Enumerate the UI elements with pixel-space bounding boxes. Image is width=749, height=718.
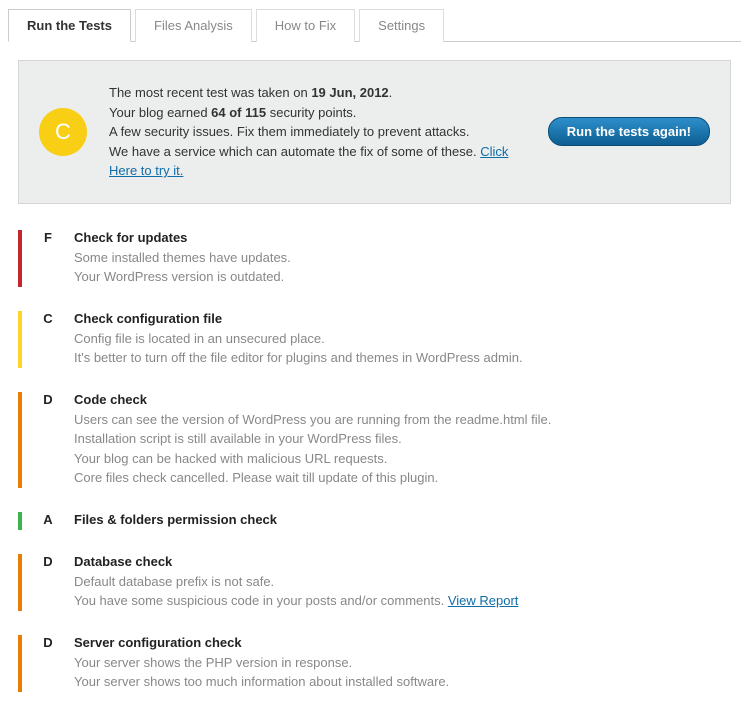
tabs-bar: Run the Tests Files Analysis How to Fix … [8,8,741,42]
result-detail-line: Default database prefix is not safe. [74,572,731,592]
result-detail-line: Your WordPress version is outdated. [74,267,731,287]
result-title: Database check [74,554,731,569]
result-row: D Server configuration check Your server s… [18,629,731,702]
grade-bar [18,635,22,692]
result-body: Server configuration check Your server sh… [74,635,731,692]
summary-line2c: security points. [266,105,356,120]
summary-line2a: Your blog earned [109,105,211,120]
summary-line4a: We have a service which can automate the… [109,144,480,159]
result-title: Check for updates [74,230,731,245]
results-list: F Check for updates Some installed themes … [8,224,741,702]
result-detail-line: Your server shows too much information a… [74,672,731,692]
result-detail-line: It's better to turn off the file editor … [74,348,731,368]
grade-bar [18,392,22,488]
tab-run-tests[interactable]: Run the Tests [8,9,131,42]
result-body: Database check Default database prefix is… [74,554,731,611]
tab-how-to-fix[interactable]: How to Fix [256,9,355,42]
grade-bar [18,311,22,368]
result-detail-line: Some installed themes have updates. [74,248,731,268]
overall-grade-badge: C [39,108,87,156]
result-row: A Files & folders permission check [18,506,731,540]
grade-letter: A [38,512,58,530]
grade-letter: D [38,635,58,692]
grade-letter: D [38,392,58,488]
summary-line1a: The most recent test was taken on [109,85,311,100]
grade-bar [18,230,22,287]
result-detail-line: Your server shows the PHP version in res… [74,653,731,673]
result-body: Code check Users can see the version of W… [74,392,731,488]
grade-letter: D [38,554,58,611]
result-row: D Code check Users can see the version of … [18,386,731,498]
summary-text: The most recent test was taken on 19 Jun… [109,83,526,181]
result-row: D Database check Default database prefix i… [18,548,731,621]
grade-bar [18,554,22,611]
grade-letter: F [38,230,58,287]
result-body: Check configuration file Config file is l… [74,311,731,368]
result-row: F Check for updates Some installed themes … [18,224,731,297]
result-detail-line: Config file is located in an unsecured p… [74,329,731,349]
result-detail-line: Users can see the version of WordPress y… [74,410,731,430]
summary-line1c: . [389,85,393,100]
result-detail-line: Installation script is still available i… [74,429,731,449]
summary-score: 64 of 115 [211,105,266,120]
result-detail-line: Core files check cancelled. Please wait … [74,468,731,488]
tab-files-analysis[interactable]: Files Analysis [135,9,252,42]
summary-date: 19 Jun, 2012 [311,85,388,100]
grade-bar [18,512,22,530]
summary-line3: A few security issues. Fix them immediat… [109,122,526,142]
result-body: Files & folders permission check [74,512,731,530]
result-body: Check for updates Some installed themes h… [74,230,731,287]
result-title: Check configuration file [74,311,731,326]
view-report-link[interactable]: View Report [448,593,519,608]
result-title: Files & folders permission check [74,512,731,527]
result-detail-line: You have some suspicious code in your po… [74,591,731,611]
summary-panel: C The most recent test was taken on 19 J… [18,60,731,204]
result-row: C Check configuration file Config file is … [18,305,731,378]
result-title: Server configuration check [74,635,731,650]
tab-settings[interactable]: Settings [359,9,444,42]
grade-letter: C [38,311,58,368]
result-detail-line: Your blog can be hacked with malicious U… [74,449,731,469]
result-title: Code check [74,392,731,407]
run-tests-again-button[interactable]: Run the tests again! [548,117,710,146]
